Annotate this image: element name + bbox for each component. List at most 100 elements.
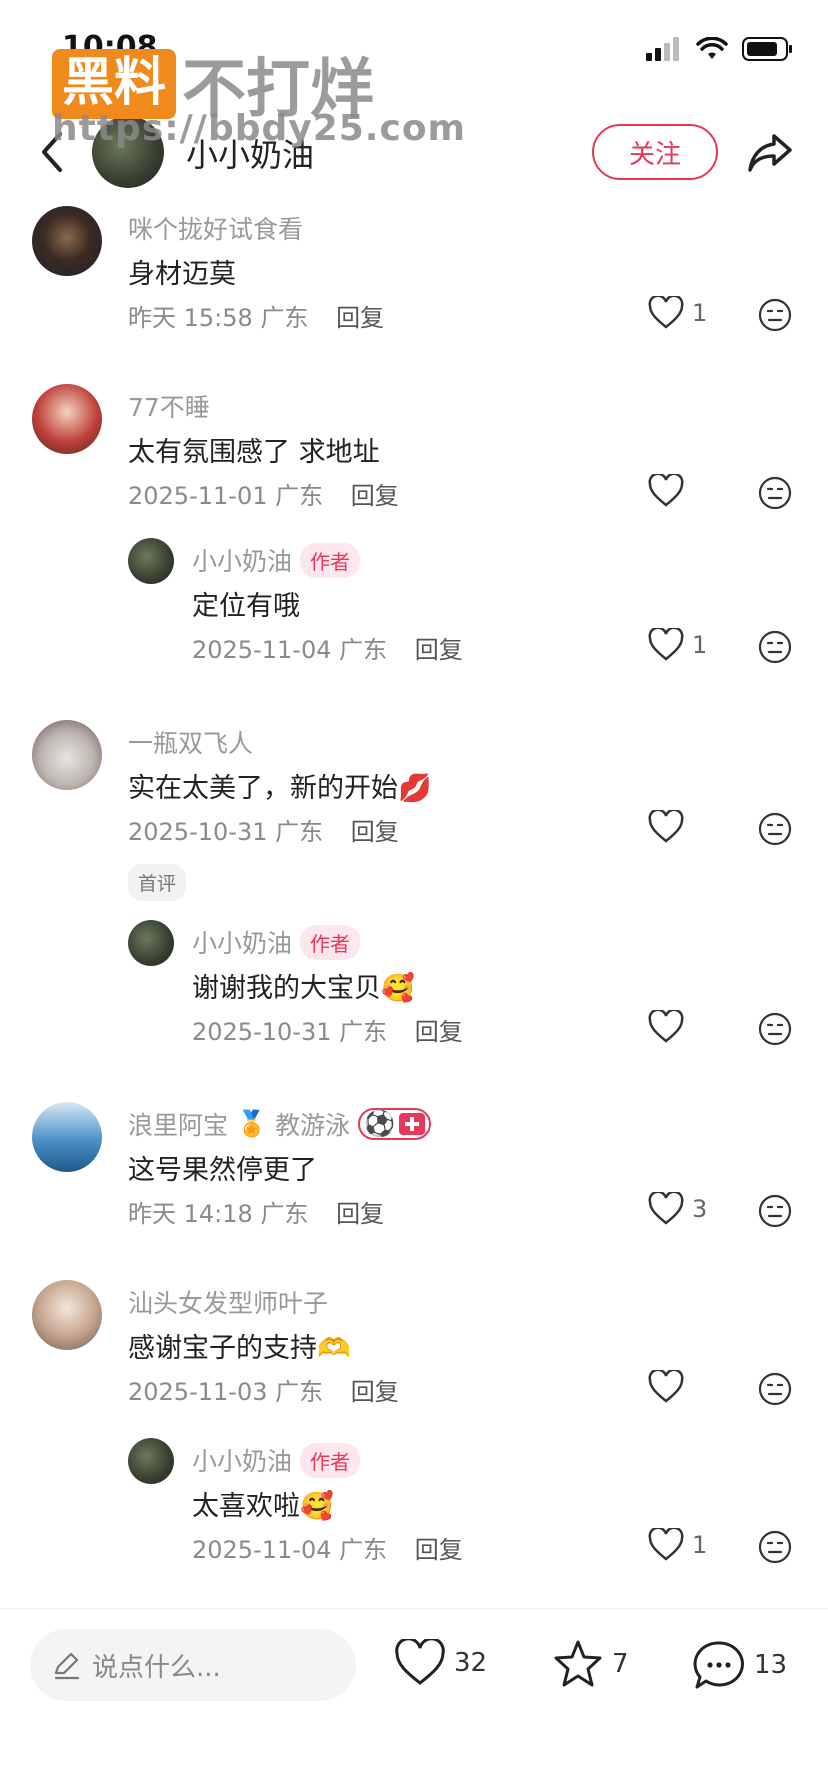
comment-date: 2025-11-04	[192, 636, 332, 664]
reply-button[interactable]: 回复	[351, 482, 399, 510]
comment-text: 实在太美了，新的开始💋	[128, 773, 432, 804]
comment-region: 广东	[275, 1378, 324, 1406]
like-button[interactable]: 1	[648, 1528, 707, 1562]
avatar[interactable]	[32, 1102, 102, 1172]
like-button[interactable]: 1	[648, 296, 707, 330]
heart-icon	[648, 1010, 684, 1043]
reply-button[interactable]: 回复	[351, 1378, 399, 1406]
comment-meta: 2025-10-31 广东 回复	[192, 1012, 463, 1047]
avatar[interactable]	[128, 538, 174, 584]
comment-date: 昨天 14:18	[128, 1200, 253, 1228]
heart-icon	[648, 628, 684, 661]
dislike-face-icon[interactable]	[758, 476, 792, 510]
reply-button[interactable]: 回复	[415, 1536, 463, 1564]
swiss-badge: ⚽	[358, 1108, 432, 1140]
share-icon[interactable]	[744, 126, 796, 178]
author-tag: 作者	[300, 924, 361, 960]
comment-username[interactable]: 浪里阿宝 🏅 教游泳 ⚽	[128, 1106, 432, 1142]
chat-bubble-icon	[693, 1641, 744, 1689]
post-like-count: 32	[454, 1648, 488, 1678]
comment-date: 昨天 15:58	[128, 304, 253, 332]
pencil-icon	[54, 1652, 80, 1680]
like-button[interactable]: 1	[648, 628, 707, 662]
user-title: 教游泳	[275, 1111, 351, 1140]
reply-button[interactable]: 回复	[415, 636, 463, 664]
dislike-face-icon[interactable]	[758, 812, 792, 846]
avatar[interactable]	[32, 1280, 102, 1350]
like-button[interactable]	[648, 1370, 692, 1404]
comment-text: 太有氛围感了 求地址	[128, 437, 380, 468]
comment-input[interactable]: 说点什么...	[30, 1629, 356, 1701]
dislike-face-icon[interactable]	[758, 298, 792, 332]
battery-icon	[742, 37, 792, 61]
comment-username[interactable]: 汕头女发型师叶子	[128, 1284, 328, 1320]
comment-text: 感谢宝子的支持🫶	[128, 1333, 351, 1364]
reply-button[interactable]: 回复	[415, 1018, 463, 1046]
comment-meta: 2025-11-01 广东 回复	[128, 476, 399, 511]
dislike-face-icon[interactable]	[758, 1194, 792, 1228]
comment-date: 2025-10-31	[128, 818, 268, 846]
favorite-count: 7	[612, 1649, 629, 1679]
comment-region: 广东	[339, 1536, 388, 1564]
bottom-bar: 说点什么... 32 7 13	[0, 1608, 828, 1792]
star-icon	[554, 1640, 602, 1687]
comment-region: 广东	[275, 482, 324, 510]
reply-item: 小小奶油 作者 定位有哦 2025-11-04 广东 回复 1	[0, 538, 828, 688]
comment-meta: 昨天 15:58 广东 回复	[128, 298, 384, 333]
comment-region: 广东	[339, 636, 388, 664]
medal-icon: 🏅	[236, 1109, 268, 1138]
comment-input-placeholder: 说点什么...	[92, 1652, 221, 1683]
comment-region: 广东	[260, 1200, 309, 1228]
comment-date: 2025-11-04	[192, 1536, 332, 1564]
dislike-face-icon[interactable]	[758, 630, 792, 664]
comment-meta: 昨天 14:18 广东 回复	[128, 1194, 384, 1229]
reply-button[interactable]: 回复	[336, 304, 384, 332]
like-button[interactable]	[648, 810, 692, 844]
comment-text: 这号果然停更了	[128, 1155, 317, 1186]
soccer-ball-icon: ⚽	[364, 1109, 396, 1138]
avatar[interactable]	[128, 1438, 174, 1484]
comment-meta: 2025-11-04 广东 回复	[192, 1530, 463, 1565]
comment-username[interactable]: 一瓶双飞人	[128, 724, 253, 760]
follow-button[interactable]: 关注	[592, 124, 718, 180]
comment-meta: 2025-11-03 广东 回复	[128, 1372, 399, 1407]
like-button[interactable]	[648, 1010, 692, 1044]
favorite-button[interactable]: 7	[552, 1639, 629, 1689]
like-button[interactable]	[648, 474, 692, 508]
like-post-button[interactable]: 32	[394, 1639, 487, 1687]
avatar[interactable]	[32, 384, 102, 454]
comment-item: 77不睡 太有氛围感了 求地址 2025-11-01 广东 回复	[0, 384, 828, 534]
dislike-face-icon[interactable]	[758, 1012, 792, 1046]
comment-username[interactable]: 小小奶油 作者	[192, 1442, 361, 1478]
author-tag: 作者	[300, 1442, 361, 1478]
heart-icon	[648, 296, 684, 329]
comment-username[interactable]: 77不睡	[128, 388, 210, 424]
comment-username[interactable]: 小小奶油 作者	[192, 542, 361, 578]
comment-text: 太喜欢啦🥰	[192, 1491, 334, 1522]
avatar[interactable]	[32, 206, 102, 276]
dislike-face-icon[interactable]	[758, 1530, 792, 1564]
comment-region: 广东	[339, 1018, 388, 1046]
comment-username[interactable]: 小小奶油 作者	[192, 924, 361, 960]
heart-icon	[648, 1370, 684, 1403]
comment-item: 一瓶双飞人 实在太美了，新的开始💋 2025-10-31 广东 回复 首评	[0, 720, 828, 910]
reply-button[interactable]: 回复	[336, 1200, 384, 1228]
like-button[interactable]: 3	[648, 1192, 707, 1226]
avatar[interactable]	[32, 720, 102, 790]
dislike-face-icon[interactable]	[758, 1372, 792, 1406]
watermark-url: https://bbdy25.com	[52, 108, 467, 149]
comment-meta: 2025-11-04 广东 回复	[192, 630, 463, 665]
comment-item: 咪个拢好试食看 身材迈莫 昨天 15:58 广东 回复 1	[0, 206, 828, 386]
comment-button[interactable]: 13	[692, 1639, 787, 1691]
comment-item: 浪里阿宝 🏅 教游泳 ⚽ 这号果然停更了 昨天 14:18 广东 回复 3	[0, 1102, 828, 1262]
reply-button[interactable]: 回复	[351, 818, 399, 846]
comment-username[interactable]: 咪个拢好试食看	[128, 210, 303, 246]
first-comment-tag: 首评	[128, 864, 187, 901]
like-count: 1	[692, 299, 708, 327]
comment-region: 广东	[275, 818, 324, 846]
avatar[interactable]	[128, 920, 174, 966]
status-icons	[646, 36, 794, 62]
comment-region: 广东	[260, 304, 309, 332]
reply-item: 小小奶油 作者 太喜欢啦🥰 2025-11-04 广东 回复 1	[0, 1438, 828, 1588]
comment-date: 2025-11-03	[128, 1378, 268, 1406]
